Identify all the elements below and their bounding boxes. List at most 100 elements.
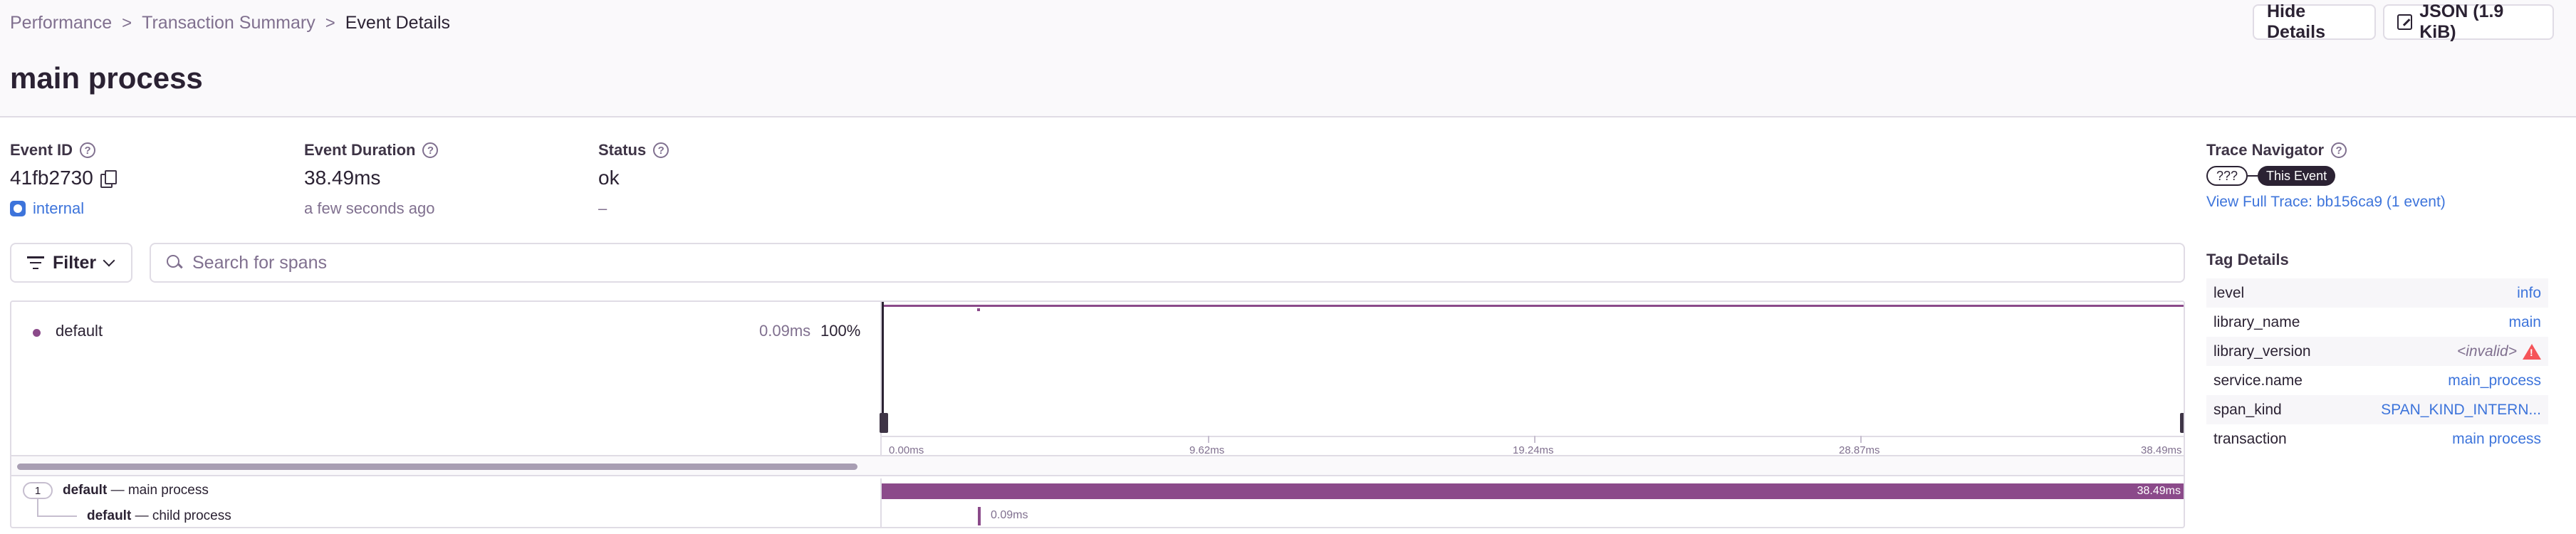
breadcrumb-performance[interactable]: Performance [10,13,112,33]
span-op: default [63,483,108,498]
span-row-left: default — child process [11,504,882,527]
minimap-span-line [882,305,2184,307]
tag-value[interactable]: main_process [2448,372,2541,389]
span-row[interactable]: 1 default — main process 38.49ms [11,478,2184,517]
breadcrumb-transaction-summary[interactable]: Transaction Summary [142,13,316,33]
filter-button[interactable]: Filter [10,243,132,283]
open-external-icon [2397,14,2413,30]
span-label: default — main process [63,483,209,498]
minimap-left-handle[interactable] [880,413,888,433]
tag-row[interactable]: service.name main_process [2206,366,2548,395]
tag-row[interactable]: library_name main [2206,308,2548,337]
event-duration-label: Event Duration ? [304,141,439,159]
span-search [150,243,2185,283]
event-duration: 38.49ms [304,167,381,189]
span-bar[interactable] [978,507,981,525]
question-icon[interactable]: ? [80,142,96,158]
chevron-right-icon: > [122,13,132,33]
op-percent: 100% [820,322,861,340]
question-icon[interactable]: ? [422,142,439,158]
tick-line [1208,436,1209,443]
tag-details-label: Tag Details [2206,251,2289,268]
op-color-dot [33,329,41,337]
page-header: Performance > Transaction Summary > Even… [0,0,2576,117]
horizontal-scrollbar[interactable] [11,455,2184,476]
tag-value[interactable]: <invalid> [2457,343,2541,360]
tag-key: level [2213,284,2245,301]
op-name: default [56,322,103,340]
span-dash: — [110,483,125,498]
tag-value-text: <invalid> [2456,342,2517,360]
span-row-left: 1 default — main process [11,478,882,517]
tag-key: library_name [2213,313,2300,330]
tag-row[interactable]: transaction main process [2206,424,2548,454]
tag-key: transaction [2213,430,2287,447]
tag-value[interactable]: main process [2452,431,2541,448]
project-icon [10,201,26,216]
scrollbar-thumb[interactable] [17,464,857,470]
ops-breakdown: default 0.09ms 100% [11,302,882,455]
question-icon[interactable]: ? [2331,142,2347,158]
chevron-down-icon [103,254,115,267]
tag-key: library_version [2213,342,2311,360]
op-duration: 0.09ms [759,322,811,340]
span-description: main process [127,483,209,498]
pill-connector [2248,175,2258,177]
span-dash: — [135,508,149,523]
search-input[interactable] [192,252,2115,273]
question-icon[interactable]: ? [653,142,669,158]
tag-value[interactable]: info [2517,285,2541,302]
span-waterfall: default 0.09ms 100% 0.00ms 9.62ms 19.24m… [10,300,2185,528]
hide-details-label: Hide Details [2267,1,2325,42]
json-label: JSON (1.9 KiB) [2419,1,2504,42]
page-title: main process [10,61,203,95]
event-duration-label-text: Event Duration [304,141,416,159]
search-icon [167,255,182,271]
minimap[interactable]: 0.00ms 9.62ms 19.24ms 28.87ms 38.49ms [880,302,2185,456]
copy-icon[interactable] [100,170,117,188]
tag-row[interactable]: library_version <invalid> [2206,337,2548,366]
event-id: 41fb2730 [10,167,93,189]
span-description: child process [152,508,231,523]
tick-line [1534,436,1535,443]
minimap-right-edge [2184,302,2185,430]
event-id-label-text: Event ID [10,141,73,159]
minimap-left-edge [882,302,884,430]
status-sub: – [598,199,608,217]
chevron-right-icon: > [325,13,335,33]
span-label: default — child process [87,508,231,524]
status-label-text: Status [598,141,647,159]
parent-event-pill[interactable]: ??? [2206,166,2248,186]
tag-row[interactable]: span_kind SPAN_KIND_INTERN... [2206,395,2548,424]
span-duration: 0.09ms [991,509,1028,521]
span-op: default [87,508,132,523]
span-bar[interactable]: 38.49ms [882,483,2184,499]
breadcrumb-current: Event Details [345,13,451,33]
tag-value[interactable]: SPAN_KIND_INTERN... [2381,402,2541,419]
trace-navigator-label-text: Trace Navigator [2206,141,2325,159]
this-event-pill: This Event [2258,166,2336,186]
children-count-badge[interactable]: 1 [23,482,53,499]
tag-row[interactable]: level info [2206,278,2548,308]
tag-key: service.name [2213,372,2303,389]
view-full-trace-link[interactable]: View Full Trace: bb156ca9 (1 event) [2206,194,2446,211]
tag-details-table: level info library_name main library_ver… [2206,278,2548,454]
trace-navigator-label: Trace Navigator ? [2206,141,2347,159]
warning-icon[interactable] [2523,343,2541,360]
breadcrumb: Performance > Transaction Summary > Even… [10,13,450,33]
tick-line [1860,436,1862,443]
tag-key: span_kind [2213,401,2282,418]
span-duration: 38.49ms [2137,485,2181,497]
span-row[interactable]: default — child process 0.09ms [11,504,2184,527]
trace-navigator: ??? This Event [2206,166,2336,186]
hide-details-button[interactable]: Hide Details [2253,1,2376,42]
tag-value[interactable]: main [2508,314,2541,331]
minimap-right-handle[interactable] [2180,413,2184,433]
project-link[interactable]: internal [10,199,84,218]
status-value: ok [598,167,620,189]
filter-icon [27,256,44,269]
json-button[interactable]: JSON (1.9 KiB) [2383,1,2554,42]
event-id-label: Event ID ? [10,141,96,159]
tree-connector [37,515,77,517]
event-id-value: 41fb2730 [10,167,117,189]
